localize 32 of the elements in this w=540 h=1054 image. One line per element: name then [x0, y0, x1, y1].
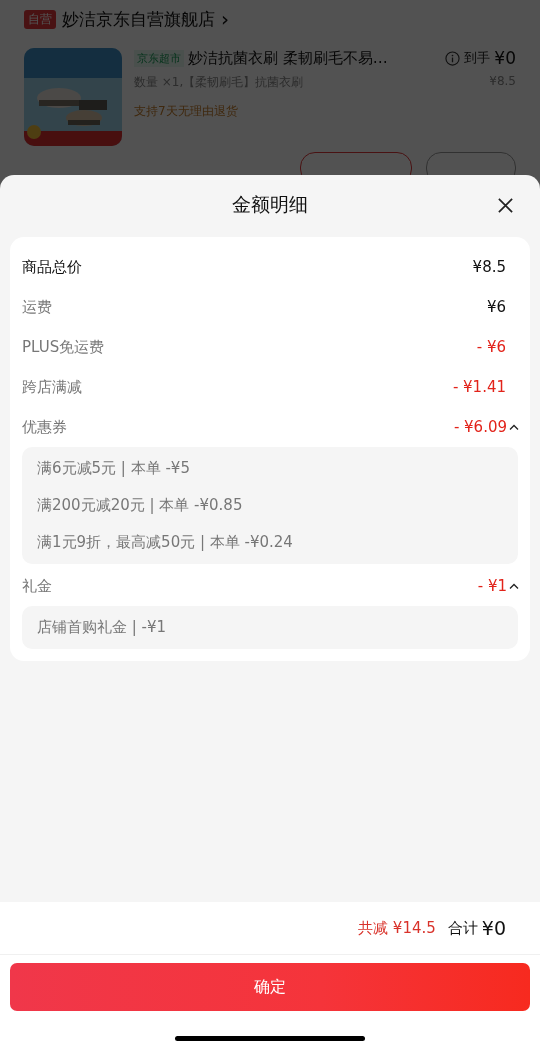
caret-icon[interactable] — [509, 582, 519, 590]
row-value: - ¥6.09 — [453, 418, 507, 436]
total-label: 合计 — [447, 918, 478, 938]
close-icon[interactable] — [497, 197, 514, 214]
row-label: 礼金 — [22, 576, 53, 596]
caret-icon[interactable] — [509, 423, 519, 431]
store-name[interactable]: 妙洁京东自营旗舰店 — [62, 7, 215, 31]
row-label: 运费 — [22, 297, 53, 317]
detail-text: 满200元减20元 | 本单 -¥0.85 — [37, 496, 244, 515]
row-label: 商品总价 — [22, 257, 83, 277]
detail-text: 满6元减5元 | 本单 -¥5 — [37, 459, 191, 478]
final-price: ¥0 — [494, 48, 516, 68]
row-label: 优惠券 — [22, 417, 68, 437]
supermarket-tag: 京东超市 — [134, 49, 184, 67]
return-policy: 支持7天无理由退货 — [134, 103, 239, 120]
detail-text: 店铺首购礼金 | -¥1 — [37, 618, 168, 637]
row-value: - ¥1 — [477, 577, 507, 595]
row-value: - ¥1.41 — [452, 378, 506, 396]
total-amount: ¥0 — [481, 917, 506, 939]
info-icon[interactable] — [445, 50, 461, 66]
chevron-icon[interactable]: › — [221, 7, 229, 31]
row-value: ¥6 — [486, 298, 506, 316]
confirm-button[interactable]: 确定 — [10, 963, 530, 1011]
row-value: ¥8.5 — [472, 258, 506, 276]
sheet-title: 金额明细 — [232, 192, 308, 217]
final-price-label: 到手 — [464, 49, 491, 67]
detail-text: 满1元9折，最高减50元 | 本单 -¥0.24 — [37, 533, 294, 552]
row-value: - ¥6 — [476, 338, 506, 356]
total-savings: 共减 ¥14.5 — [358, 918, 436, 938]
row-label: PLUS免运费 — [22, 337, 106, 357]
row-label: 跨店满减 — [22, 377, 83, 397]
product-title[interactable]: 妙洁抗菌衣刷 柔韧刷毛不易… — [188, 48, 442, 68]
